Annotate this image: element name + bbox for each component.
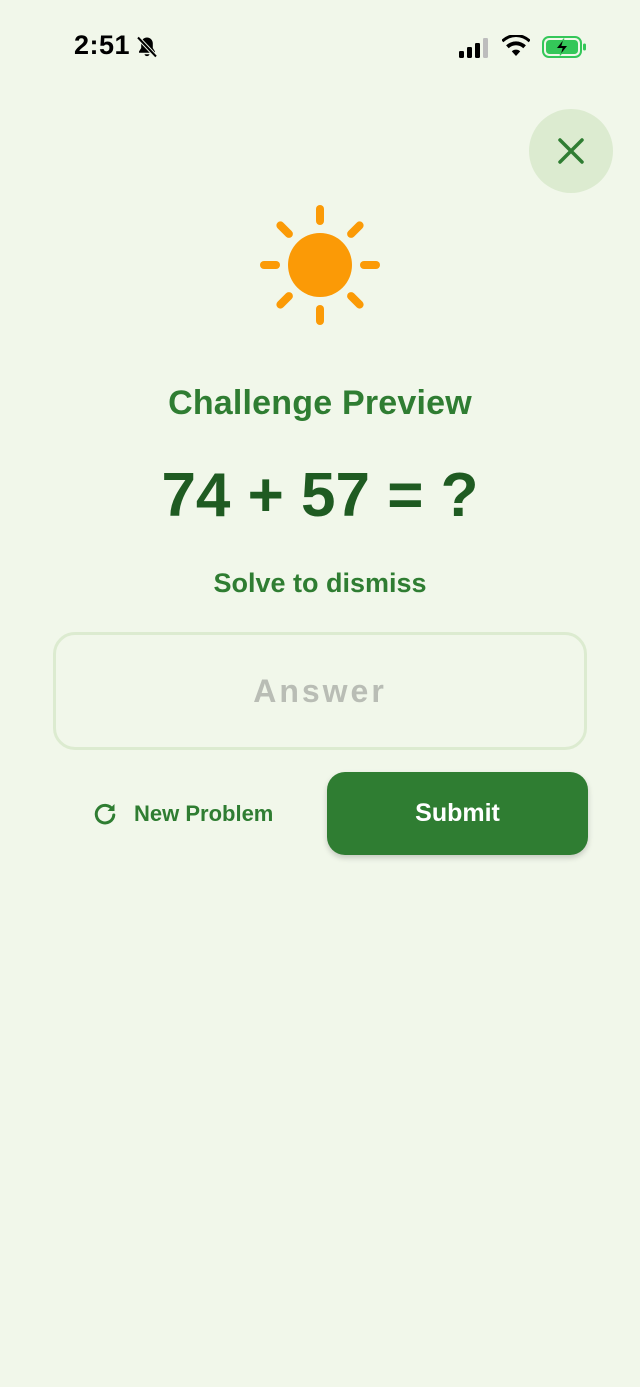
refresh-icon [94, 803, 116, 825]
bell-slash-icon [136, 36, 158, 58]
cellular-signal-icon [459, 38, 488, 58]
close-icon [558, 138, 584, 164]
status-bar: 2:51 [0, 0, 640, 96]
wifi-icon [502, 35, 530, 56]
challenge-subtitle: Solve to dismiss [213, 568, 427, 598]
new-problem-label: New Problem [134, 801, 274, 826]
submit-label: Submit [415, 799, 500, 827]
sun-icon [260, 205, 380, 325]
math-problem: 74 + 57 = ? [161, 461, 479, 530]
status-time: 2:51 [74, 30, 131, 60]
battery-charging-icon [542, 36, 586, 58]
submit-button[interactable]: Submit [327, 772, 588, 855]
answer-input[interactable] [53, 632, 587, 750]
close-button[interactable] [529, 109, 613, 193]
challenge-title: Challenge Preview [168, 384, 472, 422]
new-problem-button[interactable]: New Problem [80, 784, 290, 844]
